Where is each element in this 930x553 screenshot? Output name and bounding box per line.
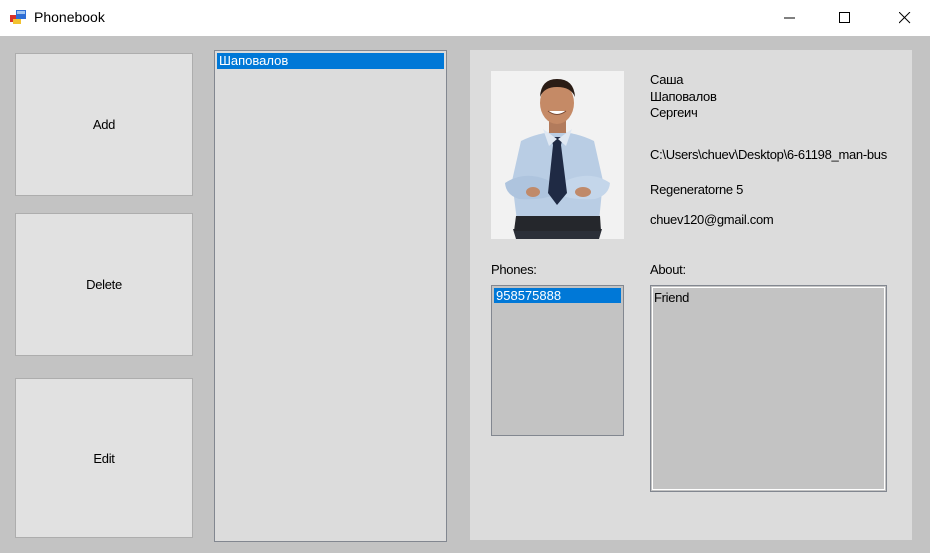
add-button[interactable]: Add: [15, 53, 193, 196]
minimize-icon: [784, 17, 795, 19]
middle-name-label: Сергеич: [650, 105, 698, 120]
minimize-button[interactable]: [767, 0, 813, 36]
phones-list[interactable]: 958575888: [491, 285, 624, 436]
about-text: Friend: [654, 290, 690, 305]
about-heading: About:: [650, 262, 686, 277]
contact-photo: [491, 71, 624, 239]
maximize-icon: [839, 12, 850, 23]
email-label: chuev120@gmail.com: [650, 212, 774, 227]
first-name-label: Саша: [650, 72, 684, 87]
window-title: Phonebook: [34, 9, 105, 25]
photo-path-label: C:\Users\chuev\Desktop\6-61198_man-bus: [650, 147, 887, 162]
contact-list-item[interactable]: Шаповалов: [217, 53, 444, 69]
last-name-label: Шаповалов: [650, 89, 717, 104]
edit-button[interactable]: Edit: [15, 378, 193, 538]
title-bar: Phonebook: [0, 0, 930, 36]
phonebook-app-icon: [10, 10, 26, 24]
contacts-list[interactable]: Шаповалов: [214, 50, 447, 542]
phone-list-item[interactable]: 958575888: [494, 288, 621, 303]
about-textbox[interactable]: Friend: [650, 285, 887, 492]
maximize-button[interactable]: [822, 0, 868, 36]
close-button[interactable]: [882, 0, 928, 36]
about-textbox-inner: [652, 287, 885, 490]
man-portrait-icon: [505, 79, 610, 239]
contact-details-panel: Саша Шаповалов Сергеич C:\Users\chuev\De…: [470, 50, 912, 540]
delete-button[interactable]: Delete: [15, 213, 193, 356]
phones-heading: Phones:: [491, 262, 537, 277]
close-icon: [899, 12, 911, 24]
address-label: Regeneratorne 5: [650, 182, 744, 197]
